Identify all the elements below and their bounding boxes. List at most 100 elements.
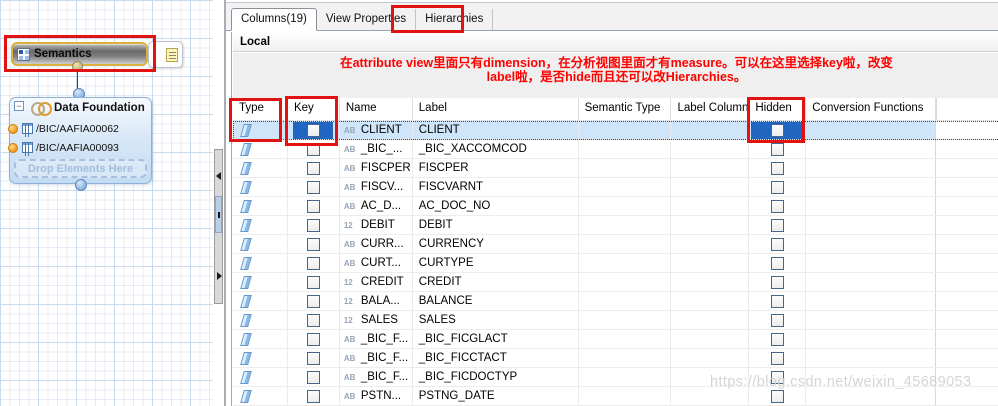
semantic-type-cell[interactable] bbox=[579, 330, 672, 348]
collapse-right-arrow-icon[interactable] bbox=[217, 272, 222, 280]
column-header-filler bbox=[936, 98, 998, 120]
semantic-type-cell[interactable] bbox=[579, 140, 672, 158]
table-row[interactable]: 12 BALA... BALANCE bbox=[233, 292, 998, 311]
semantic-type-cell[interactable] bbox=[579, 292, 672, 310]
conversion-functions-cell[interactable] bbox=[806, 140, 937, 158]
semantic-type-cell[interactable] bbox=[579, 178, 672, 196]
table-row[interactable]: AB _BIC_F... _BIC_FICGLACT bbox=[233, 330, 998, 349]
table-row[interactable]: AB FISCPER FISCPER bbox=[233, 159, 998, 178]
column-label: CURTYPE bbox=[418, 257, 474, 269]
conversion-functions-cell[interactable] bbox=[806, 254, 937, 272]
collapse-button[interactable]: − bbox=[14, 101, 24, 111]
note-icon[interactable] bbox=[166, 48, 178, 62]
hidden-checkbox[interactable] bbox=[770, 313, 784, 327]
semantic-type-cell[interactable] bbox=[579, 121, 672, 139]
key-checkbox[interactable] bbox=[306, 218, 320, 232]
splitter-thumb[interactable] bbox=[215, 196, 222, 233]
conversion-functions-cell[interactable] bbox=[806, 330, 937, 348]
column-header-label-column[interactable]: Label Column bbox=[671, 98, 750, 120]
label-column-cell[interactable] bbox=[671, 292, 750, 310]
label-column-cell[interactable] bbox=[671, 330, 750, 348]
conversion-functions-cell[interactable] bbox=[806, 216, 937, 234]
key-checkbox[interactable] bbox=[306, 199, 320, 213]
hidden-checkbox[interactable] bbox=[770, 275, 784, 289]
key-checkbox[interactable] bbox=[306, 313, 320, 327]
label-column-cell[interactable] bbox=[671, 121, 750, 139]
hidden-checkbox[interactable] bbox=[770, 332, 784, 346]
drop-elements-zone[interactable]: Drop Elements Here bbox=[14, 159, 147, 178]
conversion-functions-cell[interactable] bbox=[806, 197, 937, 215]
label-column-cell[interactable] bbox=[671, 235, 750, 253]
collapse-left-arrow-icon[interactable] bbox=[216, 172, 221, 180]
conversion-functions-cell[interactable] bbox=[806, 159, 937, 177]
hidden-checkbox[interactable] bbox=[770, 294, 784, 308]
column-name: _BIC_F... bbox=[360, 371, 409, 383]
table-row[interactable]: 12 CREDIT CREDIT bbox=[233, 273, 998, 292]
label-column-cell[interactable] bbox=[671, 216, 750, 234]
hidden-checkbox[interactable] bbox=[770, 199, 784, 213]
conversion-functions-cell[interactable] bbox=[806, 349, 937, 367]
key-checkbox[interactable] bbox=[306, 370, 320, 384]
hidden-checkbox[interactable] bbox=[770, 389, 784, 403]
semantic-type-cell[interactable] bbox=[579, 254, 672, 272]
label-column-cell[interactable] bbox=[671, 197, 750, 215]
pane-splitter[interactable] bbox=[214, 149, 223, 304]
hidden-checkbox[interactable] bbox=[770, 161, 784, 175]
semantic-type-cell[interactable] bbox=[579, 349, 672, 367]
semantic-type-cell[interactable] bbox=[579, 387, 672, 405]
table-item[interactable]: /BIC/AAFIA00062 bbox=[8, 122, 119, 135]
label-column-cell[interactable] bbox=[671, 140, 750, 158]
conversion-functions-cell[interactable] bbox=[806, 121, 937, 139]
hidden-checkbox[interactable] bbox=[770, 237, 784, 251]
tab-columns-19-[interactable]: Columns(19) bbox=[231, 8, 317, 31]
semantic-type-cell[interactable] bbox=[579, 216, 672, 234]
label-column-cell[interactable] bbox=[671, 159, 750, 177]
semantic-type-cell[interactable] bbox=[579, 273, 672, 291]
conversion-functions-cell[interactable] bbox=[806, 178, 937, 196]
hidden-checkbox[interactable] bbox=[770, 256, 784, 270]
column-name: PSTN... bbox=[360, 390, 402, 402]
label-column-cell[interactable] bbox=[671, 178, 750, 196]
key-checkbox[interactable] bbox=[306, 351, 320, 365]
table-row[interactable]: AB _BIC_F... _BIC_FICCTACT bbox=[233, 349, 998, 368]
column-header-semantic-type[interactable]: Semantic Type bbox=[579, 98, 672, 120]
column-header-name[interactable]: Name bbox=[340, 98, 413, 120]
conversion-functions-cell[interactable] bbox=[806, 311, 937, 329]
semantic-type-cell[interactable] bbox=[579, 235, 672, 253]
semantic-type-cell[interactable] bbox=[579, 197, 672, 215]
column-header-conversion-functions[interactable]: Conversion Functions bbox=[806, 98, 937, 120]
table-row[interactable]: AB CLIENT CLIENT bbox=[233, 121, 998, 140]
data-foundation-node[interactable]: − Data Foundation /BIC/AAFIA00062 /BIC/A… bbox=[8, 97, 152, 184]
table-row[interactable]: 12 SALES SALES bbox=[233, 311, 998, 330]
column-header-label[interactable]: Label bbox=[413, 98, 579, 120]
key-checkbox[interactable] bbox=[306, 275, 320, 289]
hidden-checkbox[interactable] bbox=[770, 180, 784, 194]
label-column-cell[interactable] bbox=[671, 273, 750, 291]
table-row[interactable]: AB FISCV... FISCVARNT bbox=[233, 178, 998, 197]
table-row[interactable]: AB CURR... CURRENCY bbox=[233, 235, 998, 254]
label-column-cell[interactable] bbox=[671, 311, 750, 329]
table-row[interactable]: AB AC_D... AC_DOC_NO bbox=[233, 197, 998, 216]
key-checkbox[interactable] bbox=[306, 256, 320, 270]
hidden-checkbox[interactable] bbox=[770, 351, 784, 365]
key-checkbox[interactable] bbox=[306, 237, 320, 251]
label-column-cell[interactable] bbox=[671, 254, 750, 272]
hidden-checkbox[interactable] bbox=[770, 142, 784, 156]
table-row[interactable]: AB CURT... CURTYPE bbox=[233, 254, 998, 273]
key-checkbox[interactable] bbox=[306, 161, 320, 175]
key-checkbox[interactable] bbox=[306, 294, 320, 308]
semantic-type-cell[interactable] bbox=[579, 311, 672, 329]
semantic-type-cell[interactable] bbox=[579, 159, 672, 177]
table-row[interactable]: 12 DEBIT DEBIT bbox=[233, 216, 998, 235]
conversion-functions-cell[interactable] bbox=[806, 235, 937, 253]
semantic-type-cell[interactable] bbox=[579, 368, 672, 386]
table-item[interactable]: /BIC/AAFIA00093 bbox=[8, 141, 119, 154]
table-row[interactable]: AB _BIC_... _BIC_XACCOMCOD bbox=[233, 140, 998, 159]
hidden-checkbox[interactable] bbox=[770, 218, 784, 232]
key-checkbox[interactable] bbox=[306, 180, 320, 194]
conversion-functions-cell[interactable] bbox=[806, 273, 937, 291]
key-checkbox[interactable] bbox=[306, 332, 320, 346]
label-column-cell[interactable] bbox=[671, 349, 750, 367]
key-checkbox[interactable] bbox=[306, 389, 320, 403]
conversion-functions-cell[interactable] bbox=[806, 292, 937, 310]
